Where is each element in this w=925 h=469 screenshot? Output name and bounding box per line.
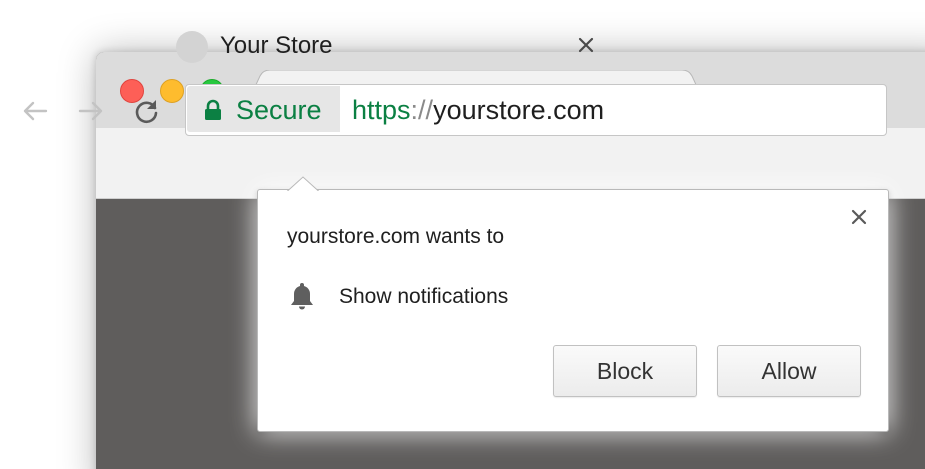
forward-arrow-icon[interactable] <box>76 96 106 126</box>
bell-icon <box>291 283 313 310</box>
security-label[interactable]: Secure <box>236 95 322 125</box>
url-host: yourstore.com <box>433 95 605 125</box>
url-separator: :// <box>410 95 434 125</box>
tab-favicon-icon <box>176 31 208 63</box>
tab-close-icon[interactable] <box>574 33 598 57</box>
popup-pointer <box>286 176 320 192</box>
reload-icon[interactable] <box>132 96 162 126</box>
url-text[interactable]: https://yourstore.com <box>352 95 604 125</box>
minimize-window-button[interactable] <box>160 79 184 103</box>
screenshot-stage: Your Store Secure https:// yourstore.com … <box>0 0 925 469</box>
lock-icon <box>205 99 221 120</box>
back-arrow-icon[interactable] <box>20 96 50 126</box>
url-scheme: https <box>352 95 411 125</box>
permission-label: Show notifications <box>339 285 509 308</box>
block-button[interactable]: Block <box>553 345 697 397</box>
allow-button[interactable]: Allow <box>717 345 861 397</box>
prompt-heading: yourstore.com wants to <box>287 225 505 248</box>
close-icon[interactable] <box>849 207 869 227</box>
tab-title: Your Store <box>220 32 333 59</box>
